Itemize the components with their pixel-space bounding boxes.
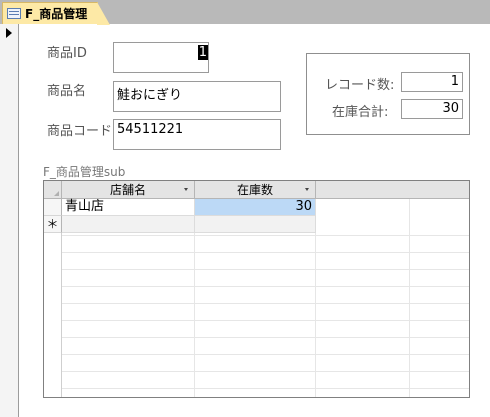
record-count-label: レコード数: (325, 78, 395, 93)
subform-datasheet[interactable]: 店舗名 在庫数 青山店 30 ＊ (43, 180, 470, 398)
product-id-field[interactable]: 1 (113, 42, 209, 73)
stock-total-field[interactable]: 30 (401, 99, 463, 119)
table-cell-store[interactable]: 青山店 (62, 199, 195, 216)
column-header-stock-label: 在庫数 (236, 183, 273, 197)
table-cell-stock[interactable]: 30 (195, 199, 316, 216)
form-icon (7, 8, 21, 19)
sort-filter-dropdown-icon[interactable] (305, 188, 309, 191)
product-id-label: 商品ID (47, 46, 87, 61)
new-record-cell-store[interactable] (62, 216, 195, 233)
product-name-field[interactable]: 鮭おにぎり (113, 81, 281, 112)
record-selector[interactable] (0, 24, 19, 417)
row-selector[interactable] (44, 199, 62, 216)
subform-caption: F_商品管理sub (43, 165, 126, 179)
new-record-cell-stock[interactable] (195, 216, 316, 233)
sort-filter-dropdown-icon[interactable] (184, 188, 188, 191)
product-name-label: 商品名 (47, 84, 87, 99)
document-tab-title: F_商品管理 (25, 7, 88, 21)
document-tab-strip: F_商品管理 (0, 0, 490, 25)
product-id-value: 1 (197, 45, 208, 60)
stock-total-label: 在庫合計: (332, 105, 389, 120)
document-tab[interactable]: F_商品管理 (2, 2, 110, 25)
column-header-store-label: 店舗名 (109, 183, 146, 197)
select-all-corner[interactable] (44, 181, 62, 198)
summary-box (306, 53, 470, 135)
column-header-store[interactable]: 店舗名 (62, 181, 195, 198)
datasheet-header: 店舗名 在庫数 (44, 181, 469, 199)
product-code-label: 商品コード (47, 124, 113, 139)
current-record-arrow-icon (6, 28, 12, 38)
product-code-field[interactable]: 54511221 (113, 119, 281, 150)
record-count-field[interactable]: 1 (401, 72, 463, 92)
new-record-selector[interactable]: ＊ (44, 216, 62, 233)
column-header-stock[interactable]: 在庫数 (195, 181, 316, 198)
